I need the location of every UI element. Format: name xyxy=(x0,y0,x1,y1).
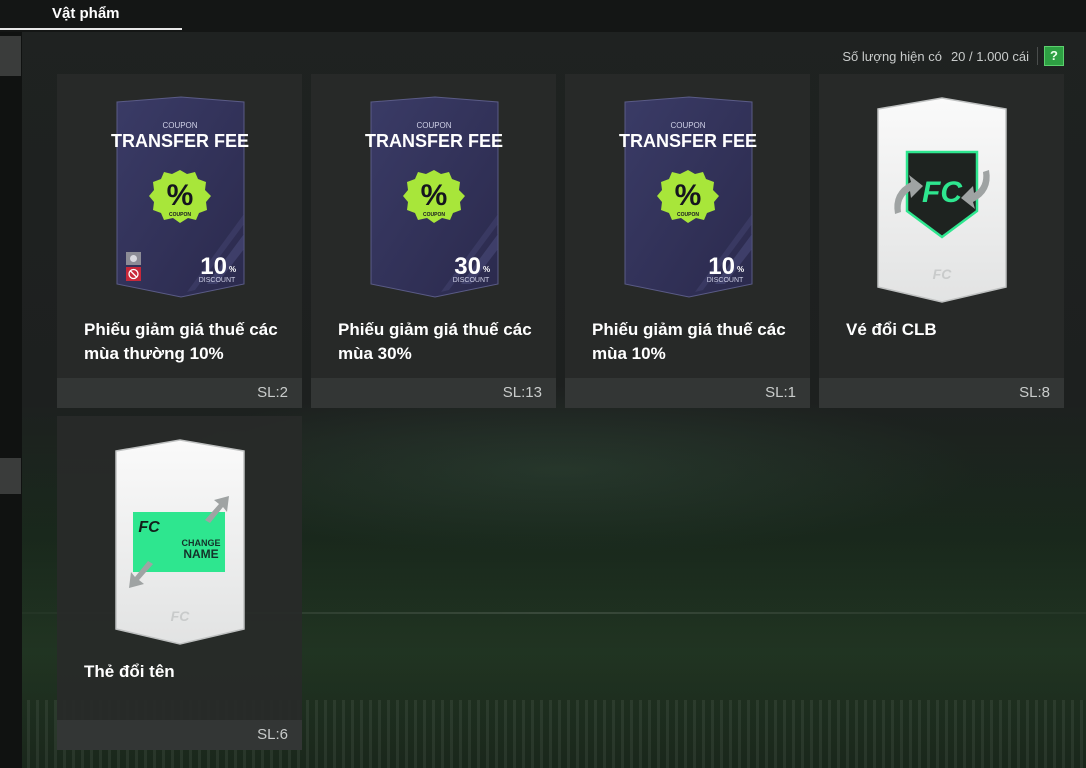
fc-logo-icon: FC xyxy=(138,519,160,536)
quantity-bar: SL:13 xyxy=(311,378,556,408)
left-strip xyxy=(0,32,22,768)
item-card[interactable]: COUPON TRANSFER FEE % COUPON 10 % DISCOU… xyxy=(57,74,302,408)
discount-label: DISCOUNT xyxy=(453,277,490,284)
top-bar: Vật phẩm xyxy=(0,0,1086,32)
discount-unit: % xyxy=(229,265,236,274)
percent-icon: % xyxy=(421,179,448,212)
coupon-label: COUPON xyxy=(670,121,705,130)
item-quantity: SL:6 xyxy=(257,726,288,743)
capacity-value: 20 / 1.000 cái xyxy=(950,48,1029,64)
transfer-fee-coupon-image: COUPON TRANSFER FEE % COUPON 10 % DISCOU… xyxy=(111,96,249,298)
item-quantity: SL:2 xyxy=(257,384,288,401)
capacity-separator xyxy=(1037,47,1038,65)
capacity-label: Số lượng hiện có xyxy=(842,48,942,64)
item-name: Thẻ đổi tên xyxy=(84,662,175,681)
item-card[interactable]: FC CHANGE NAME FC Thẻ đổi tên SL:6 xyxy=(57,416,302,750)
quantity-bar: SL:6 xyxy=(57,720,302,750)
left-nav-button-1[interactable] xyxy=(0,36,21,76)
quantity-bar: SL:8 xyxy=(819,378,1064,408)
item-name: Phiếu giảm giá thuế các mùa thường 10% xyxy=(84,320,278,363)
item-quantity: SL:8 xyxy=(1019,384,1050,401)
left-nav-button-2[interactable] xyxy=(0,458,21,494)
coupon-title: TRANSFER FEE xyxy=(111,131,249,151)
badge-label: COUPON xyxy=(169,212,191,218)
club-change-ticket-image: FC FC xyxy=(877,97,1007,303)
discount-unit: % xyxy=(737,265,744,274)
discount-label: DISCOUNT xyxy=(199,277,236,284)
name-label: NAME xyxy=(183,547,218,561)
discount-value: 10 xyxy=(200,253,227,280)
percent-icon: % xyxy=(675,179,702,212)
discount-value: 30 xyxy=(454,253,481,280)
fc-watermark-icon: FC xyxy=(171,608,191,624)
coupon-label: COUPON xyxy=(416,121,451,130)
discount-value: 10 xyxy=(708,253,735,280)
coupon-title: TRANSFER FEE xyxy=(619,131,757,151)
item-name: Vé đổi CLB xyxy=(846,320,937,339)
quantity-bar: SL:1 xyxy=(565,378,810,408)
item-quantity: SL:13 xyxy=(502,384,542,401)
transfer-fee-coupon-image: COUPON TRANSFER FEE % COUPON 30 % DISCOU… xyxy=(365,96,503,298)
badge-label: COUPON xyxy=(677,212,699,218)
fc-logo-icon: FC xyxy=(922,176,963,209)
coupon-label: COUPON xyxy=(162,121,197,130)
coupon-title: TRANSFER FEE xyxy=(365,131,503,151)
badge-label: COUPON xyxy=(423,212,445,218)
item-name: Phiếu giảm giá thuế các mùa 10% xyxy=(592,320,786,363)
item-card[interactable]: COUPON TRANSFER FEE % COUPON 30 % DISCOU… xyxy=(311,74,556,408)
item-name: Phiếu giảm giá thuế các mùa 30% xyxy=(338,320,532,363)
transfer-fee-coupon-image: COUPON TRANSFER FEE % COUPON 10 % DISCOU… xyxy=(619,96,757,298)
item-quantity: SL:1 xyxy=(765,384,796,401)
item-card[interactable]: COUPON TRANSFER FEE % COUPON 10 % DISCOU… xyxy=(565,74,810,408)
item-card[interactable]: FC FC Vé đổi CLB SL:8 xyxy=(819,74,1064,408)
discount-unit: % xyxy=(483,265,490,274)
name-change-card-image: FC CHANGE NAME FC xyxy=(115,439,245,645)
fc-watermark-icon: FC xyxy=(933,266,953,282)
discount-label: DISCOUNT xyxy=(707,277,744,284)
percent-icon: % xyxy=(167,179,194,212)
tab-items[interactable]: Vật phẩm xyxy=(0,0,182,30)
quantity-bar: SL:2 xyxy=(57,378,302,408)
help-icon[interactable]: ? xyxy=(1044,46,1064,66)
capacity-indicator: Số lượng hiện có 20 / 1.000 cái ? xyxy=(842,45,1064,67)
